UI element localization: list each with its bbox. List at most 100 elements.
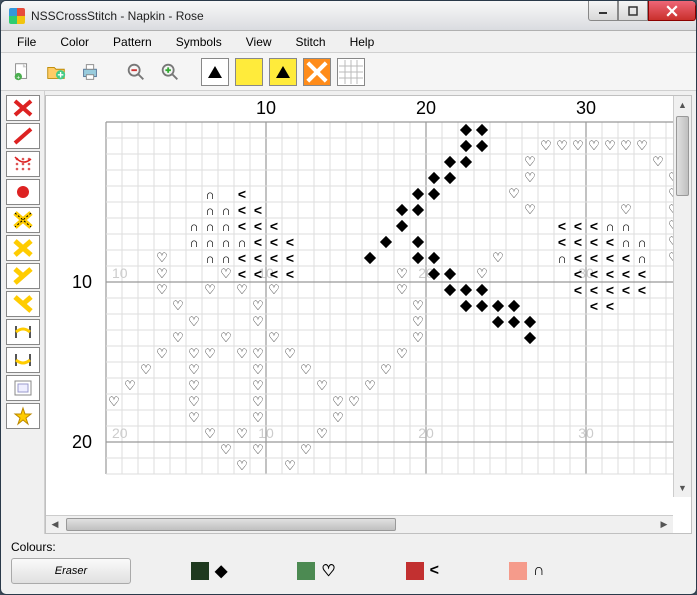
menu-symbols[interactable]: Symbols	[166, 33, 232, 51]
svg-text:<: <	[638, 282, 646, 298]
svg-text:∩: ∩	[621, 219, 630, 234]
canvas[interactable]: 10203010201010202030301020♡♡♡♡♡♡♡♡♡♡♡∩<♡…	[46, 96, 691, 515]
svg-text:10: 10	[256, 98, 276, 118]
svg-text:♡: ♡	[204, 346, 216, 361]
svg-text:♡: ♡	[588, 138, 600, 153]
horizontal-scrollbar[interactable]: ◀ ▶	[46, 515, 673, 533]
svg-text:∩: ∩	[205, 251, 214, 266]
zoom-out-icon[interactable]	[121, 57, 151, 87]
scroll-left-icon[interactable]: ◀	[46, 516, 64, 533]
tool-x-yellow-1[interactable]	[6, 207, 40, 233]
sym-triangle-white[interactable]	[201, 58, 229, 86]
menu-help[interactable]: Help	[340, 33, 385, 51]
scroll-up-icon[interactable]: ▲	[674, 96, 691, 114]
zoom-in-icon[interactable]	[155, 57, 185, 87]
svg-text:<: <	[574, 234, 582, 250]
tool-dots[interactable]	[6, 151, 40, 177]
svg-text:♡: ♡	[316, 378, 328, 393]
svg-text:10: 10	[258, 425, 274, 441]
svg-text:♡: ♡	[236, 426, 248, 441]
svg-text:♡: ♡	[268, 330, 280, 345]
svg-text:♡: ♡	[252, 394, 264, 409]
svg-text:∩: ∩	[621, 235, 630, 250]
print-icon[interactable]	[75, 57, 105, 87]
svg-text:∩: ∩	[557, 251, 566, 266]
svg-text:♡: ♡	[572, 138, 584, 153]
svg-text:<: <	[574, 282, 582, 298]
svg-text:∩: ∩	[189, 219, 198, 234]
new-icon[interactable]: +	[7, 57, 37, 87]
tool-x-red[interactable]	[6, 95, 40, 121]
svg-text:10: 10	[72, 272, 92, 292]
swatch-green[interactable]: ♡	[297, 561, 335, 581]
swatch-red[interactable]: <	[406, 561, 439, 581]
svg-text:<: <	[606, 266, 614, 282]
svg-text:<: <	[574, 266, 582, 282]
svg-text:♡: ♡	[508, 186, 520, 201]
open-icon[interactable]	[41, 57, 71, 87]
svg-text:∩: ∩	[205, 203, 214, 218]
menu-color[interactable]: Color	[50, 33, 99, 51]
svg-text:<: <	[590, 298, 598, 314]
close-button[interactable]	[648, 1, 696, 21]
swatch-dark-green[interactable]: ◆	[191, 561, 227, 581]
vertical-scrollbar[interactable]: ▲ ▼	[673, 96, 691, 497]
eraser-button[interactable]: Eraser	[11, 558, 131, 584]
svg-text:<: <	[238, 202, 246, 218]
menu-view[interactable]: View	[236, 33, 282, 51]
minimize-button[interactable]	[588, 1, 618, 21]
svg-text:♡: ♡	[316, 426, 328, 441]
svg-text:♡: ♡	[284, 458, 296, 473]
tool-diagonal-red[interactable]	[6, 123, 40, 149]
svg-text:♡: ♡	[268, 282, 280, 297]
svg-text:<: <	[558, 234, 566, 250]
tool-bracket-1[interactable]	[6, 319, 40, 345]
svg-text:<: <	[590, 234, 598, 250]
svg-text:♡: ♡	[252, 410, 264, 425]
svg-text:♡: ♡	[620, 202, 632, 217]
svg-text:♡: ♡	[396, 346, 408, 361]
tool-half-yellow-1[interactable]	[6, 263, 40, 289]
svg-text:♡: ♡	[108, 394, 120, 409]
vscroll-thumb[interactable]	[676, 116, 689, 196]
sym-cross-orange[interactable]	[303, 58, 331, 86]
menu-file[interactable]: File	[7, 33, 46, 51]
window-title: NSSCrossStitch - Napkin - Rose	[31, 9, 204, 23]
tool-bracket-2[interactable]	[6, 347, 40, 373]
svg-text:∩: ∩	[605, 219, 614, 234]
svg-text:<: <	[238, 266, 246, 282]
hscroll-thumb[interactable]	[66, 518, 396, 531]
swatch-pink[interactable]: ∩	[509, 561, 545, 581]
tool-x-yellow-2[interactable]	[6, 235, 40, 261]
svg-text:♡: ♡	[236, 282, 248, 297]
sym-grid[interactable]	[337, 58, 365, 86]
svg-text:<: <	[574, 218, 582, 234]
tool-half-yellow-2[interactable]	[6, 291, 40, 317]
toolbar: +	[1, 53, 696, 91]
svg-text:♡: ♡	[332, 410, 344, 425]
svg-text:<: <	[558, 218, 566, 234]
tool-star-yellow[interactable]	[6, 403, 40, 429]
svg-text:♡: ♡	[188, 394, 200, 409]
scroll-right-icon[interactable]: ▶	[655, 516, 673, 533]
menu-stitch[interactable]: Stitch	[286, 33, 336, 51]
svg-text:♡: ♡	[300, 442, 312, 457]
svg-text:<: <	[270, 234, 278, 250]
scroll-down-icon[interactable]: ▼	[674, 479, 691, 497]
sym-square-yellow[interactable]	[235, 58, 263, 86]
tool-dot-red[interactable]	[6, 179, 40, 205]
svg-text:∩: ∩	[205, 235, 214, 250]
tool-frame[interactable]	[6, 375, 40, 401]
svg-text:♡: ♡	[252, 362, 264, 377]
maximize-button[interactable]	[618, 1, 648, 21]
sym-triangle-yellow[interactable]	[269, 58, 297, 86]
svg-text:<: <	[590, 218, 598, 234]
svg-text:♡: ♡	[396, 266, 408, 281]
svg-text:♡: ♡	[124, 378, 136, 393]
svg-text:♡: ♡	[188, 314, 200, 329]
svg-text:♡: ♡	[412, 298, 424, 313]
svg-text:♡: ♡	[204, 426, 216, 441]
app-window: NSSCrossStitch - Napkin - Rose FileColor…	[0, 0, 697, 595]
menu-pattern[interactable]: Pattern	[103, 33, 162, 51]
svg-text:<: <	[254, 234, 262, 250]
